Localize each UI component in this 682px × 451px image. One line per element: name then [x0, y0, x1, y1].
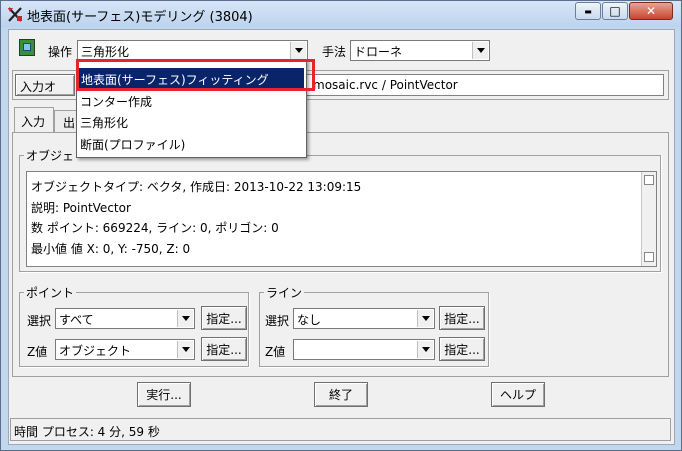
object-info-box[interactable]: オブジェクトタイプ: ベクタ, 作成日: 2013-10-22 13:09:15… [26, 171, 657, 267]
input-object-button[interactable]: 入力オ [15, 74, 75, 96]
line-group-title: ライン [264, 284, 305, 301]
minimize-button[interactable]: ▬ [575, 2, 601, 20]
object-group-title: オブジェ [24, 147, 77, 164]
title-bar[interactable]: 地表面(サーフェス)モデリング (3804) ▬ □ ✕ [1, 1, 681, 27]
chevron-down-icon[interactable] [417, 341, 433, 358]
vertical-scrollbar[interactable] [641, 172, 656, 266]
operation-value: 三角形化 [81, 45, 130, 59]
chevron-down-icon[interactable] [177, 341, 193, 358]
scroll-down-icon[interactable] [644, 252, 654, 262]
tab-input[interactable]: 入力 [14, 107, 54, 133]
line-z-label: Z値 [265, 345, 286, 359]
point-group-title: ポイント [24, 284, 77, 301]
status-text: 時間 プロセス: 4 分, 59 秒 [14, 425, 160, 439]
main-window: 地表面(サーフェス)モデリング (3804) ▬ □ ✕ 操作 三角形化 手法 … [0, 0, 682, 451]
dropdown-item-triangulation[interactable]: 三角形化 [80, 114, 128, 131]
method-value: ドローネ [354, 45, 403, 59]
point-z-label: Z値 [27, 345, 48, 359]
highlight-box [76, 59, 315, 91]
maximize-icon: □ [609, 4, 621, 18]
method-label: 手法 [322, 45, 347, 59]
maximize-button[interactable]: □ [602, 2, 628, 20]
close-icon: ✕ [645, 4, 657, 18]
info-line-min: 最小値 値 X: 0, Y: -750, Z: 0 [31, 242, 191, 256]
operation-label: 操作 [48, 45, 73, 59]
line-select[interactable]: なし [293, 308, 435, 329]
line-select-specify-button[interactable]: 指定... [439, 306, 485, 330]
point-z-specify-button[interactable]: 指定... [201, 337, 247, 361]
layer-icon[interactable] [19, 39, 35, 56]
point-z-value: オブジェクト [59, 344, 132, 358]
operation-select[interactable]: 三角形化 [77, 40, 308, 61]
line-select-value: なし [297, 313, 322, 327]
chevron-down-icon[interactable] [417, 310, 433, 327]
point-select-value: すべて [59, 313, 94, 327]
dropdown-item-profile[interactable]: 断面(プロファイル) [80, 136, 185, 153]
close-button[interactable]: ✕ [629, 2, 673, 20]
method-select[interactable]: ドローネ [350, 40, 490, 61]
dropdown-item-contour[interactable]: コンター作成 [80, 93, 152, 110]
point-select-label: 選択 [27, 314, 52, 328]
info-line-type: オブジェクトタイプ: ベクタ, 作成日: 2013-10-22 13:09:15 [31, 180, 362, 194]
point-select-specify-button[interactable]: 指定... [201, 306, 247, 330]
scroll-up-icon[interactable] [644, 175, 654, 185]
info-line-counts: 数 ポイント: 669224, ライン: 0, ポリゴン: 0 [31, 221, 279, 235]
line-z-select[interactable] [293, 339, 435, 360]
point-z-select[interactable]: オブジェクト [55, 339, 195, 360]
point-select[interactable]: すべて [55, 308, 195, 329]
app-icon [8, 7, 22, 22]
status-bar: 時間 プロセス: 4 分, 59 秒 [10, 418, 671, 441]
chevron-down-icon[interactable] [472, 42, 488, 59]
chevron-down-icon[interactable] [290, 42, 306, 59]
chevron-down-icon[interactable] [177, 310, 193, 327]
line-z-specify-button[interactable]: 指定... [439, 337, 485, 361]
minimize-icon: ▬ [584, 7, 592, 16]
window-title: 地表面(サーフェス)モデリング (3804) [27, 10, 253, 25]
info-line-description: 説明: PointVector [31, 201, 131, 215]
line-select-label: 選択 [265, 314, 290, 328]
input-object-path: mosaic.rvc / PointVector [313, 78, 458, 92]
help-button[interactable]: ヘルプ [491, 382, 545, 407]
exit-button[interactable]: 終了 [314, 382, 368, 407]
run-button[interactable]: 実行... [137, 382, 191, 407]
